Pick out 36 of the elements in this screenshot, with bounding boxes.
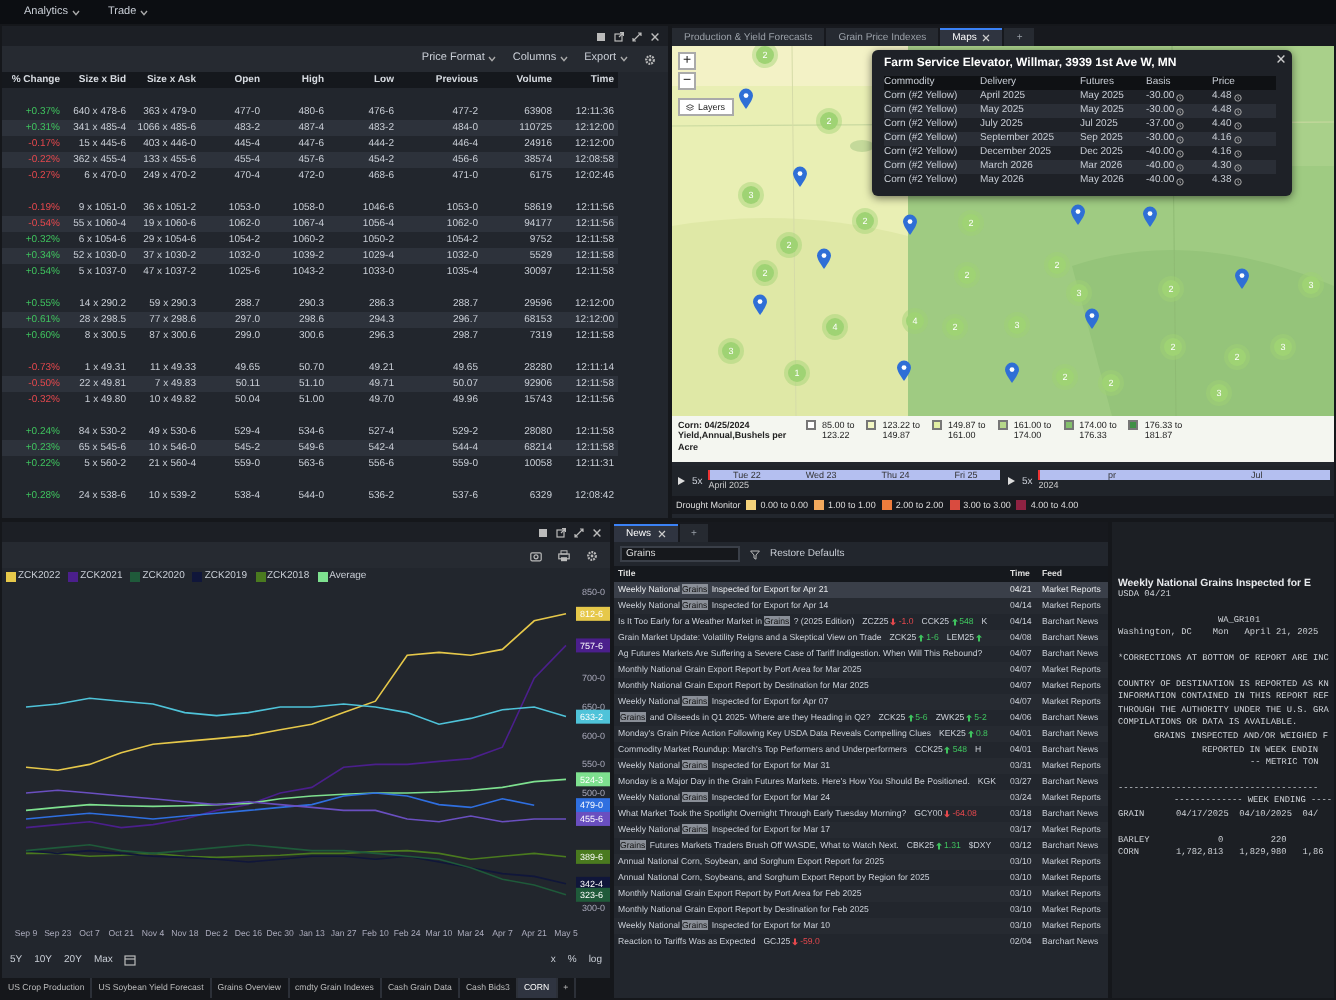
caret-icon	[488, 56, 497, 62]
close-icon[interactable]	[657, 530, 666, 538]
expand-icon[interactable]	[632, 31, 642, 41]
play-icon[interactable]	[1006, 476, 1016, 486]
calendar-icon[interactable]	[124, 954, 137, 966]
camera-icon[interactable]	[530, 549, 542, 561]
caret-icon	[560, 56, 569, 62]
popout-icon[interactable]	[556, 527, 566, 537]
map-pin-icon[interactable]	[896, 360, 912, 382]
map-pin-icon[interactable]	[792, 166, 808, 188]
map-pin-icon[interactable]	[1070, 204, 1086, 226]
popout-icon[interactable]	[614, 31, 624, 41]
map-pin-icon[interactable]	[902, 214, 918, 236]
expand-icon[interactable]	[574, 527, 584, 537]
square-icon[interactable]	[538, 527, 548, 537]
caret-icon	[72, 9, 81, 15]
map-pin-icon[interactable]	[1234, 268, 1250, 290]
print-icon[interactable]	[558, 549, 570, 561]
settings-icon[interactable]	[644, 53, 656, 65]
filter-icon[interactable]	[750, 549, 760, 559]
play-icon[interactable]	[676, 476, 686, 486]
map-pin-icon[interactable]	[1142, 206, 1158, 228]
map-pin-icon[interactable]	[1084, 308, 1100, 330]
caret-icon	[140, 9, 149, 15]
layers-icon	[686, 103, 694, 112]
caret-icon	[620, 56, 628, 62]
square-icon[interactable]	[596, 31, 606, 41]
map-pin-icon[interactable]	[816, 248, 832, 270]
close-icon[interactable]	[982, 34, 991, 42]
settings-icon[interactable]	[586, 549, 598, 561]
close-icon[interactable]	[650, 31, 660, 41]
map-pin-icon[interactable]	[738, 88, 754, 110]
close-icon[interactable]	[1276, 54, 1286, 64]
map-pin-icon[interactable]	[752, 294, 768, 316]
map-pin-icon[interactable]	[1004, 362, 1020, 384]
close-icon[interactable]	[592, 527, 602, 537]
